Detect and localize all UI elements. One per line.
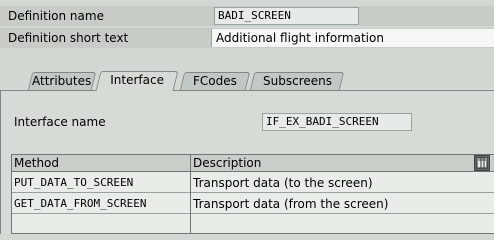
definition-name-field[interactable]: BADI_SCREEN [214,7,359,25]
table-settings-icon-glyph [476,157,488,169]
tab-attributes[interactable]: Attributes [27,72,97,90]
column-header-method[interactable]: Method [12,155,190,172]
method-cell: PUT_DATA_TO_SCREEN [14,176,134,189]
tab-fcodes[interactable]: FCodes [179,72,251,90]
tab-subscreens[interactable]: Subscreens [249,72,345,90]
table-row-empty [12,214,494,234]
tab-interface[interactable]: Interface [95,71,179,91]
interface-name-field[interactable]: IF_EX_BADI_SCREEN [262,113,412,131]
description-cell: Transport data (to the screen) [193,176,373,190]
table-settings-icon[interactable] [474,155,490,171]
column-header-description[interactable]: Description [191,155,471,172]
tab-interface-label: Interface [110,73,165,87]
tab-fcodes-label: FCodes [193,74,237,88]
definition-short-text-label: Definition short text [8,31,129,45]
tab-attributes-label: Attributes [32,74,92,88]
tab-subscreens-label: Subscreens [262,74,332,88]
definition-name-label: Definition name [8,9,104,23]
interface-name-label: Interface name [14,115,106,129]
definition-short-text-field[interactable]: Additional flight information [211,29,494,47]
description-cell: Transport data (from the screen) [193,197,389,211]
method-cell: GET_DATA_FROM_SCREEN [14,197,147,210]
